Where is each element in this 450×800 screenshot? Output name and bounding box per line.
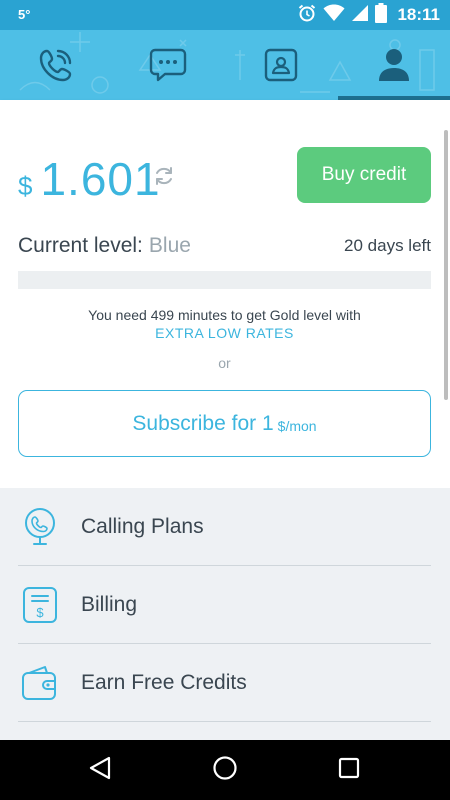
svg-text:$: $ <box>36 605 44 620</box>
extra-low-rates-link[interactable]: EXTRA LOW RATES <box>18 325 431 341</box>
system-nav-bar <box>0 740 450 800</box>
scrollbar[interactable] <box>444 130 448 400</box>
back-button[interactable] <box>70 740 130 800</box>
chat-bubble-icon <box>149 47 187 83</box>
account-card: $ 1.601 Buy credit Current level: Blue 20… <box>0 100 450 488</box>
subscribe-label: Subscribe for 1 <box>132 411 274 435</box>
recents-button[interactable] <box>319 740 379 800</box>
signal-icon <box>351 4 369 27</box>
menu-item-billing[interactable]: $ Billing <box>18 566 431 644</box>
current-level: Current level: Blue <box>18 234 191 258</box>
currency-symbol: $ <box>18 171 33 201</box>
battery-icon <box>375 2 388 28</box>
receipt-dollar-icon: $ <box>18 583 62 627</box>
level-row: Current level: Blue 20 days left <box>18 232 431 260</box>
level-progress-bar <box>18 271 431 289</box>
subscribe-button[interactable]: Subscribe for 1 $/mon <box>18 390 431 457</box>
status-bar: 5° 18:11 <box>0 0 450 30</box>
wallet-icon <box>18 661 62 705</box>
divider <box>18 721 431 722</box>
tab-account[interactable] <box>338 30 450 100</box>
contact-card-icon <box>263 47 299 83</box>
subscribe-unit: $/mon <box>277 417 317 434</box>
home-button[interactable] <box>195 740 255 800</box>
status-icons: 18:11 <box>297 2 440 28</box>
level-label: Current level: <box>18 234 143 257</box>
menu-item-calling-plans[interactable]: Calling Plans <box>18 488 431 566</box>
tab-contacts[interactable] <box>225 30 337 100</box>
person-icon <box>378 48 410 82</box>
account-menu: Calling Plans $ Billing Earn Free Credit… <box>0 488 450 740</box>
or-separator: or <box>218 355 231 371</box>
wifi-icon <box>323 4 345 27</box>
menu-item-earn-free-credits[interactable]: Earn Free Credits <box>18 644 431 722</box>
level-value: Blue <box>148 234 191 257</box>
balance: $ 1.601 <box>18 152 161 205</box>
menu-item-label: Billing <box>81 593 138 616</box>
phone-icon <box>38 47 74 83</box>
tab-messages[interactable] <box>112 30 224 100</box>
globe-phone-icon <box>18 505 62 549</box>
buy-credit-button[interactable]: Buy credit <box>297 147 431 203</box>
balance-amount: 1.601 <box>40 153 161 205</box>
refresh-icon[interactable] <box>152 164 176 193</box>
menu-item-label: Calling Plans <box>81 515 204 538</box>
recents-square-icon <box>338 757 360 784</box>
tab-bar <box>0 30 450 100</box>
weather-notification: 5° <box>18 7 31 22</box>
upgrade-message: You need 499 minutes to get Gold level w… <box>88 307 361 323</box>
menu-item-label: Earn Free Credits <box>81 671 247 694</box>
tab-calls[interactable] <box>0 30 112 100</box>
clock: 18:11 <box>397 5 440 24</box>
back-triangle-icon <box>89 756 111 785</box>
alarm-icon <box>297 3 317 28</box>
home-circle-icon <box>212 755 238 786</box>
days-left: 20 days left <box>344 236 431 255</box>
